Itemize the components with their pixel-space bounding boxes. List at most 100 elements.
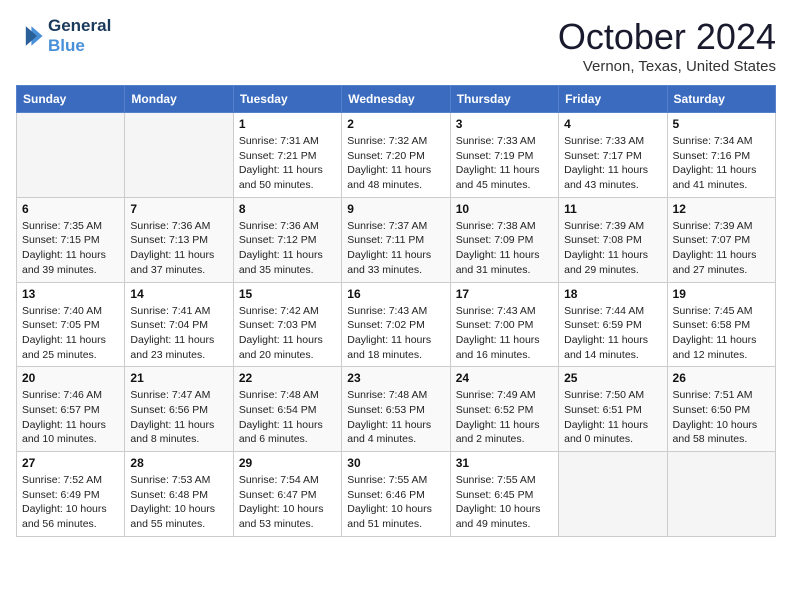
cell-info: Sunrise: 7:38 AMSunset: 7:09 PMDaylight:… — [456, 219, 553, 278]
calendar-week-2: 6Sunrise: 7:35 AMSunset: 7:15 PMDaylight… — [17, 197, 776, 282]
cell-info: Sunrise: 7:48 AMSunset: 6:54 PMDaylight:… — [239, 388, 336, 447]
calendar-table: SundayMondayTuesdayWednesdayThursdayFrid… — [16, 85, 776, 537]
cell-date: 17 — [456, 287, 553, 301]
cell-date: 25 — [564, 371, 661, 385]
calendar-week-3: 13 Sunrise: 7:40 AMSunset: 7:05 PMDayligh… — [17, 282, 776, 367]
month-title: October 2024 — [558, 16, 776, 58]
cell-date: 18 — [564, 287, 661, 301]
calendar-cell: 20Sunrise: 7:46 AMSunset: 6:57 PMDayligh… — [17, 367, 125, 452]
cell-date: 5 — [673, 117, 770, 131]
cell-date: 9 — [347, 202, 444, 216]
calendar-cell: 26 Sunrise: 7:51 AMSunset: 6:50 PMDayligh… — [667, 367, 775, 452]
cell-info: Sunrise: 7:33 AMSunset: 7:19 PMDaylight:… — [456, 134, 553, 193]
calendar-cell: 5 Sunrise: 7:34 AMSunset: 7:16 PMDaylight… — [667, 113, 775, 198]
calendar-cell: 18Sunrise: 7:44 AMSunset: 6:59 PMDayligh… — [559, 282, 667, 367]
calendar-cell: 27 Sunrise: 7:52 AMSunset: 6:49 PMDayligh… — [17, 452, 125, 537]
cell-date: 14 — [130, 287, 227, 301]
cell-date: 10 — [456, 202, 553, 216]
logo-line2: Blue — [48, 36, 111, 56]
cell-info: Sunrise: 7:51 AMSunset: 6:50 PMDaylight:… — [673, 388, 770, 447]
cell-info: Sunrise: 7:39 AMSunset: 7:07 PMDaylight:… — [673, 219, 770, 278]
cell-info: Sunrise: 7:32 AMSunset: 7:20 PMDaylight:… — [347, 134, 444, 193]
cell-date: 12 — [673, 202, 770, 216]
cell-date: 13 — [22, 287, 119, 301]
cell-info: Sunrise: 7:36 AMSunset: 7:12 PMDaylight:… — [239, 219, 336, 278]
cell-info: Sunrise: 7:34 AMSunset: 7:16 PMDaylight:… — [673, 134, 770, 193]
calendar-cell — [667, 452, 775, 537]
cell-date: 8 — [239, 202, 336, 216]
cell-date: 2 — [347, 117, 444, 131]
cell-info: Sunrise: 7:48 AMSunset: 6:53 PMDaylight:… — [347, 388, 444, 447]
calendar-cell: 31 Sunrise: 7:55 AMSunset: 6:45 PMDayligh… — [450, 452, 558, 537]
cell-info: Sunrise: 7:47 AMSunset: 6:56 PMDaylight:… — [130, 388, 227, 447]
cell-info: Sunrise: 7:40 AMSunset: 7:05 PMDaylight:… — [22, 304, 119, 363]
calendar-cell: 29 Sunrise: 7:54 AMSunset: 6:47 PMDayligh… — [233, 452, 341, 537]
cell-info: Sunrise: 7:39 AMSunset: 7:08 PMDaylight:… — [564, 219, 661, 278]
calendar-cell: 30 Sunrise: 7:55 AMSunset: 6:46 PMDayligh… — [342, 452, 450, 537]
title-block: October 2024 Vernon, Texas, United State… — [558, 16, 776, 75]
calendar-week-1: 1 Sunrise: 7:31 AMSunset: 7:21 PMDaylight… — [17, 113, 776, 198]
cell-date: 6 — [22, 202, 119, 216]
day-header-thursday: Thursday — [450, 86, 558, 113]
calendar-cell: 9 Sunrise: 7:37 AMSunset: 7:11 PMDaylight… — [342, 197, 450, 282]
cell-info: Sunrise: 7:50 AMSunset: 6:51 PMDaylight:… — [564, 388, 661, 447]
page-header: General Blue October 2024 Vernon, Texas,… — [16, 16, 776, 75]
calendar-cell: 14Sunrise: 7:41 AMSunset: 7:04 PMDayligh… — [125, 282, 233, 367]
calendar-cell: 16 Sunrise: 7:43 AMSunset: 7:02 PMDayligh… — [342, 282, 450, 367]
cell-info: Sunrise: 7:53 AMSunset: 6:48 PMDaylight:… — [130, 473, 227, 532]
calendar-cell: 8 Sunrise: 7:36 AMSunset: 7:12 PMDaylight… — [233, 197, 341, 282]
calendar-cell: 7 Sunrise: 7:36 AMSunset: 7:13 PMDaylight… — [125, 197, 233, 282]
calendar-cell: 6Sunrise: 7:35 AMSunset: 7:15 PMDaylight… — [17, 197, 125, 282]
cell-info: Sunrise: 7:55 AMSunset: 6:46 PMDaylight:… — [347, 473, 444, 532]
day-header-monday: Monday — [125, 86, 233, 113]
cell-date: 22 — [239, 371, 336, 385]
day-header-tuesday: Tuesday — [233, 86, 341, 113]
day-header-wednesday: Wednesday — [342, 86, 450, 113]
calendar-week-5: 27 Sunrise: 7:52 AMSunset: 6:49 PMDayligh… — [17, 452, 776, 537]
calendar-cell: 12 Sunrise: 7:39 AMSunset: 7:07 PMDayligh… — [667, 197, 775, 282]
cell-info: Sunrise: 7:43 AMSunset: 7:00 PMDaylight:… — [456, 304, 553, 363]
cell-info: Sunrise: 7:45 AMSunset: 6:58 PMDaylight:… — [673, 304, 770, 363]
cell-date: 7 — [130, 202, 227, 216]
calendar-cell: 2 Sunrise: 7:32 AMSunset: 7:20 PMDaylight… — [342, 113, 450, 198]
cell-date: 23 — [347, 371, 444, 385]
header-row: SundayMondayTuesdayWednesdayThursdayFrid… — [17, 86, 776, 113]
logo-icon — [16, 22, 44, 50]
cell-date: 27 — [22, 456, 119, 470]
cell-date: 19 — [673, 287, 770, 301]
calendar-cell — [17, 113, 125, 198]
calendar-cell: 19 Sunrise: 7:45 AMSunset: 6:58 PMDayligh… — [667, 282, 775, 367]
cell-info: Sunrise: 7:54 AMSunset: 6:47 PMDaylight:… — [239, 473, 336, 532]
cell-date: 26 — [673, 371, 770, 385]
cell-date: 30 — [347, 456, 444, 470]
logo-line1: General — [48, 16, 111, 36]
cell-info: Sunrise: 7:52 AMSunset: 6:49 PMDaylight:… — [22, 473, 119, 532]
day-header-friday: Friday — [559, 86, 667, 113]
calendar-cell: 28Sunrise: 7:53 AMSunset: 6:48 PMDayligh… — [125, 452, 233, 537]
cell-info: Sunrise: 7:49 AMSunset: 6:52 PMDaylight:… — [456, 388, 553, 447]
cell-date: 11 — [564, 202, 661, 216]
cell-date: 20 — [22, 371, 119, 385]
calendar-cell — [125, 113, 233, 198]
calendar-cell: 17 Sunrise: 7:43 AMSunset: 7:00 PMDayligh… — [450, 282, 558, 367]
cell-info: Sunrise: 7:43 AMSunset: 7:02 PMDaylight:… — [347, 304, 444, 363]
calendar-cell: 23 Sunrise: 7:48 AMSunset: 6:53 PMDayligh… — [342, 367, 450, 452]
cell-date: 1 — [239, 117, 336, 131]
cell-info: Sunrise: 7:31 AMSunset: 7:21 PMDaylight:… — [239, 134, 336, 193]
cell-date: 15 — [239, 287, 336, 301]
cell-info: Sunrise: 7:37 AMSunset: 7:11 PMDaylight:… — [347, 219, 444, 278]
calendar-cell: 1 Sunrise: 7:31 AMSunset: 7:21 PMDaylight… — [233, 113, 341, 198]
cell-info: Sunrise: 7:33 AMSunset: 7:17 PMDaylight:… — [564, 134, 661, 193]
day-header-saturday: Saturday — [667, 86, 775, 113]
cell-info: Sunrise: 7:55 AMSunset: 6:45 PMDaylight:… — [456, 473, 553, 532]
calendar-cell: 22 Sunrise: 7:48 AMSunset: 6:54 PMDayligh… — [233, 367, 341, 452]
calendar-cell — [559, 452, 667, 537]
location: Vernon, Texas, United States — [558, 58, 776, 75]
cell-date: 29 — [239, 456, 336, 470]
calendar-cell: 11 Sunrise: 7:39 AMSunset: 7:08 PMDayligh… — [559, 197, 667, 282]
cell-info: Sunrise: 7:36 AMSunset: 7:13 PMDaylight:… — [130, 219, 227, 278]
calendar-week-4: 20Sunrise: 7:46 AMSunset: 6:57 PMDayligh… — [17, 367, 776, 452]
cell-date: 31 — [456, 456, 553, 470]
cell-date: 21 — [130, 371, 227, 385]
cell-date: 16 — [347, 287, 444, 301]
